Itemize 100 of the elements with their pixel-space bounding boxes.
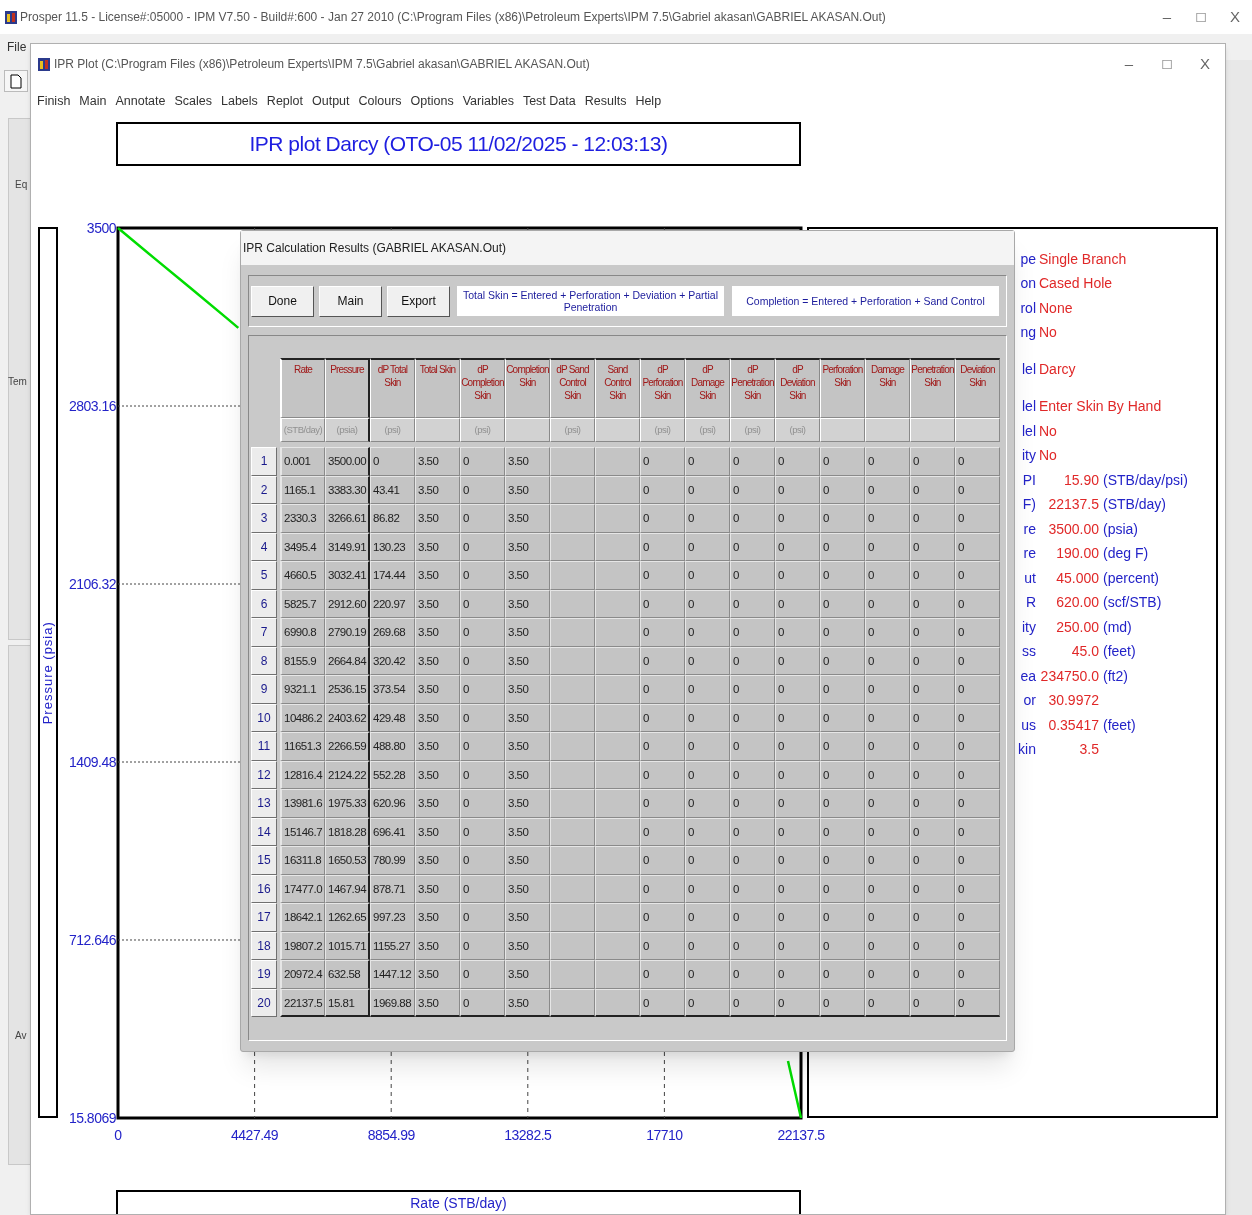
table-cell: 0 bbox=[955, 760, 1000, 789]
unit-label: (scf/STB) bbox=[1103, 593, 1162, 613]
table-cell: 0 bbox=[460, 846, 505, 875]
table-cell: 0 bbox=[910, 618, 955, 647]
table-cell: 0 bbox=[460, 447, 505, 476]
menu-item[interactable]: Results bbox=[584, 91, 627, 111]
close-button[interactable]: X bbox=[1224, 5, 1246, 29]
table-cell: 373.54 bbox=[370, 675, 415, 704]
menu-item[interactable]: Variables bbox=[462, 91, 514, 111]
table-cell: 0 bbox=[685, 874, 730, 903]
menu-item[interactable]: Replot bbox=[266, 91, 303, 111]
dialog-button[interactable]: Export bbox=[387, 285, 450, 317]
menu-item[interactable]: File bbox=[7, 38, 27, 56]
table-cell: 3.50 bbox=[505, 903, 550, 932]
row-number-button[interactable]: 20 bbox=[251, 988, 277, 1017]
menu-item[interactable]: Main bbox=[79, 91, 107, 111]
formula-note: Completion = Entered + Perforation + Sand Control bbox=[732, 286, 999, 316]
table-cell: 1818.28 bbox=[325, 817, 370, 846]
table-cell: 0 bbox=[730, 532, 775, 561]
table-cell: 17477.0 bbox=[280, 874, 325, 903]
table-cell: 0 bbox=[730, 988, 775, 1017]
field-value: No bbox=[1039, 323, 1057, 343]
table-cell: 3.50 bbox=[415, 504, 460, 533]
field-value: Darcy bbox=[1039, 360, 1076, 380]
menu-item[interactable]: Test Data bbox=[522, 91, 576, 111]
maximize-button[interactable]: □ bbox=[1190, 5, 1212, 29]
field-value: 45.0 bbox=[1070, 642, 1099, 662]
menu-item[interactable]: Colours bbox=[358, 91, 402, 111]
menu-item[interactable]: Help bbox=[635, 91, 662, 111]
table-cell: 3.50 bbox=[415, 931, 460, 960]
row-number-button[interactable]: 16 bbox=[251, 874, 277, 903]
unit-cell: (psi) bbox=[730, 418, 775, 442]
row-number-button[interactable]: 3 bbox=[251, 504, 277, 533]
table-cell: 0 bbox=[865, 988, 910, 1017]
row-number-button[interactable]: 4 bbox=[251, 532, 277, 561]
row-number-button[interactable]: 2 bbox=[251, 475, 277, 504]
table-cell: 0 bbox=[730, 703, 775, 732]
table-cell: 3.50 bbox=[505, 675, 550, 704]
row-number-button[interactable]: 19 bbox=[251, 960, 277, 989]
unit-label: (STB/day) bbox=[1103, 495, 1166, 515]
field-label: lel bbox=[1022, 421, 1036, 441]
table-cell: 0 bbox=[910, 532, 955, 561]
row-number-button[interactable]: 6 bbox=[251, 589, 277, 618]
document-icon[interactable] bbox=[10, 73, 22, 89]
row-number-button[interactable]: 12 bbox=[251, 760, 277, 789]
table-cell: 0 bbox=[820, 760, 865, 789]
row-number-button[interactable]: 15 bbox=[251, 846, 277, 875]
column-header: Perforation Skin bbox=[820, 358, 865, 418]
table-cell: 3.50 bbox=[505, 931, 550, 960]
menu-item[interactable]: Options bbox=[410, 91, 454, 111]
dialog-button[interactable]: Main bbox=[319, 285, 382, 317]
x-tick-label: 17710 bbox=[646, 1127, 683, 1143]
field-label: re bbox=[1023, 519, 1036, 539]
maximize-button[interactable]: □ bbox=[1159, 52, 1175, 76]
table-cell: 0 bbox=[730, 931, 775, 960]
table-cell: 0 bbox=[730, 589, 775, 618]
table-cell: 3.50 bbox=[415, 760, 460, 789]
row-number-button[interactable]: 14 bbox=[251, 817, 277, 846]
app-icon bbox=[38, 57, 50, 71]
row-number-button[interactable]: 8 bbox=[251, 646, 277, 675]
dialog-button[interactable]: Done bbox=[251, 285, 314, 317]
table-cell: 0 bbox=[685, 504, 730, 533]
table-cell: 0 bbox=[640, 561, 685, 590]
table-cell: 0 bbox=[865, 532, 910, 561]
row-number-button[interactable]: 1 bbox=[251, 447, 277, 476]
row-number-button[interactable]: 7 bbox=[251, 618, 277, 647]
minimize-button[interactable]: – bbox=[1156, 5, 1178, 29]
row-number-button[interactable]: 11 bbox=[251, 732, 277, 761]
table-cell: 3.50 bbox=[415, 960, 460, 989]
unit-label: (feet) bbox=[1103, 642, 1136, 662]
table-cell: 0 bbox=[685, 475, 730, 504]
menu-item[interactable]: Finish bbox=[37, 91, 71, 111]
menu-item[interactable]: Annotate bbox=[115, 91, 166, 111]
menu-item[interactable]: Scales bbox=[174, 91, 212, 111]
row-number-button[interactable]: 18 bbox=[251, 931, 277, 960]
table-cell: 0 bbox=[640, 532, 685, 561]
row-number-button[interactable]: 10 bbox=[251, 703, 277, 732]
field-label: ut bbox=[1024, 568, 1036, 588]
minimize-button[interactable]: – bbox=[1121, 52, 1137, 76]
table-cell: 0 bbox=[730, 732, 775, 761]
menu-item[interactable]: Labels bbox=[221, 91, 258, 111]
table-cell: 43.41 bbox=[370, 475, 415, 504]
table-cell: 3.50 bbox=[505, 817, 550, 846]
row-number-button[interactable]: 13 bbox=[251, 789, 277, 818]
table-cell: 0 bbox=[685, 589, 730, 618]
row-number-button[interactable]: 5 bbox=[251, 561, 277, 590]
table-cell: 3.50 bbox=[505, 846, 550, 875]
table-cell: 0 bbox=[640, 903, 685, 932]
table-cell: 1155.27 bbox=[370, 931, 415, 960]
column-header: Damage Skin bbox=[865, 358, 910, 418]
table-cell: 3.50 bbox=[415, 447, 460, 476]
table-cell: 6990.8 bbox=[280, 618, 325, 647]
close-button[interactable]: X bbox=[1197, 52, 1213, 76]
row-number-button[interactable]: 17 bbox=[251, 903, 277, 932]
unit-cell: (psi) bbox=[640, 418, 685, 442]
field-label: ity bbox=[1022, 446, 1036, 466]
table-cell: 0 bbox=[685, 931, 730, 960]
menu-item[interactable]: Output bbox=[312, 91, 350, 111]
table-cell: 0 bbox=[865, 817, 910, 846]
row-number-button[interactable]: 9 bbox=[251, 675, 277, 704]
